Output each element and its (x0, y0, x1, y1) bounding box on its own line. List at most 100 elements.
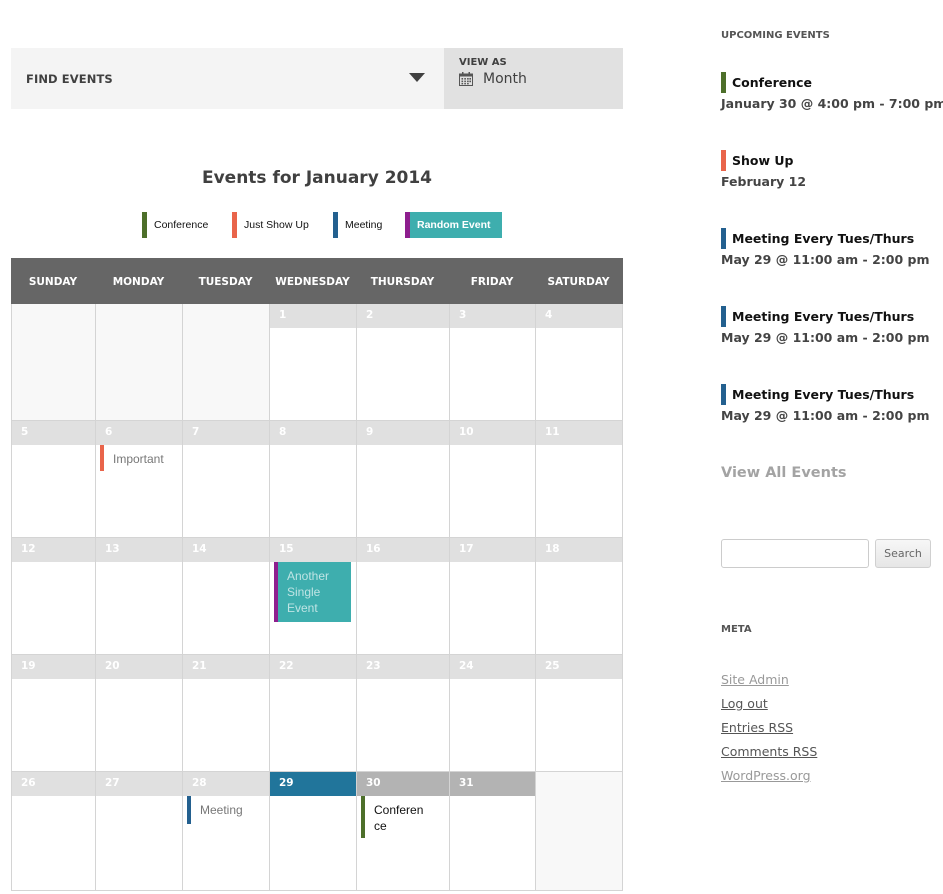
calendar-day[interactable]: 24 (450, 655, 536, 772)
day-number: 4 (536, 304, 622, 328)
upcoming-event-date: May 29 @ 11:00 am - 2:00 pm (721, 408, 930, 423)
calendar-day[interactable]: 9 (357, 421, 450, 538)
view-as-selector[interactable]: VIEW AS Month (444, 48, 623, 109)
calendar-day[interactable]: 22 (270, 655, 357, 772)
calendar-day[interactable]: 13 (96, 538, 183, 655)
legend-conference[interactable]: Conference (142, 212, 208, 238)
upcoming-event-date: May 29 @ 11:00 am - 2:00 pm (721, 252, 930, 267)
day-number: 14 (183, 538, 269, 562)
triangle-down-icon[interactable] (409, 73, 425, 82)
calendar-day[interactable]: 19 (12, 655, 96, 772)
search-button[interactable]: Search (875, 539, 931, 568)
calendar-day[interactable]: 3 (450, 304, 536, 421)
upcoming-event-name[interactable]: Show Up (721, 150, 806, 171)
calendar-day[interactable]: 2 (357, 304, 450, 421)
event-conference[interactable]: Conference (361, 796, 433, 838)
calendar-day[interactable]: 30 Conference (357, 772, 450, 890)
event-important[interactable]: Important (100, 445, 172, 471)
calendar-day[interactable]: 23 (357, 655, 450, 772)
view-all-events-link[interactable]: View All Events (721, 465, 847, 481)
upcoming-event: Meeting Every Tues/Thurs May 29 @ 11:00 … (721, 228, 930, 267)
calendar-day[interactable]: 10 (450, 421, 536, 538)
day-number: 20 (96, 655, 182, 679)
day-number: 17 (450, 538, 535, 562)
upcoming-event-name[interactable]: Meeting Every Tues/Thurs (721, 306, 930, 327)
calendar-day[interactable]: 17 (450, 538, 536, 655)
legend-random-event[interactable]: Random Event (405, 212, 502, 238)
upcoming-event-date: February 12 (721, 174, 807, 189)
calendar-day[interactable]: 26 (12, 772, 96, 890)
calendar-icon (459, 72, 473, 86)
event-another-single-event[interactable]: Another Single Event (274, 562, 351, 622)
calendar-day[interactable]: 28 Meeting (183, 772, 270, 890)
day-number: 6 (96, 421, 182, 445)
find-events-toggle[interactable]: FIND EVENTS (11, 48, 444, 109)
meta-link-comments-rss[interactable]: Comments RSS (721, 740, 817, 764)
calendar-title: Events for January 2014 (201, 168, 433, 188)
day-number: 29 (270, 772, 356, 796)
day-number: 30 (357, 772, 449, 796)
legend-swatch-meeting (333, 212, 338, 238)
legend-label: Meeting (345, 219, 383, 231)
meta-link-entries-rss[interactable]: Entries RSS (721, 716, 817, 740)
legend-just-show-up[interactable]: Just Show Up (232, 212, 309, 238)
calendar-week: 19 20 21 22 23 24 25 (11, 655, 623, 772)
view-as-month: Month (483, 71, 527, 87)
calendar-day[interactable]: 12 (12, 538, 96, 655)
calendar-day[interactable]: 8 (270, 421, 357, 538)
day-number: 7 (183, 421, 269, 445)
weekday-saturday: SATURDAY (547, 276, 610, 288)
meta-link-wordpress-org[interactable]: WordPress.org (721, 764, 817, 788)
upcoming-event-name[interactable]: Conference (721, 72, 943, 93)
view-as-label: VIEW AS (459, 57, 507, 68)
legend-label: Random Event (417, 219, 491, 231)
day-number: 15 (270, 538, 356, 562)
day-number: 26 (12, 772, 95, 796)
day-number: 13 (96, 538, 182, 562)
calendar-day-empty (183, 304, 270, 421)
calendar-day[interactable]: 21 (183, 655, 270, 772)
calendar-day[interactable]: 6 Important (96, 421, 183, 538)
weekday-tuesday: TUESDAY (198, 276, 253, 288)
calendar-day[interactable]: 18 (536, 538, 623, 655)
calendar-day-today[interactable]: 29 (270, 772, 357, 890)
calendar-day[interactable]: 27 (96, 772, 183, 890)
find-events-label: FIND EVENTS (26, 71, 113, 86)
day-number: 1 (270, 304, 356, 328)
calendar-day-empty (96, 304, 183, 421)
day-number: 28 (183, 772, 269, 796)
upcoming-event-name[interactable]: Meeting Every Tues/Thurs (721, 228, 930, 249)
meta-link-site-admin[interactable]: Site Admin (721, 668, 817, 692)
calendar-day[interactable]: 11 (536, 421, 623, 538)
calendar-day[interactable]: 20 (96, 655, 183, 772)
day-number: 21 (183, 655, 269, 679)
day-number: 22 (270, 655, 356, 679)
upcoming-event: Meeting Every Tues/Thurs May 29 @ 11:00 … (721, 384, 930, 423)
calendar-week: 1 2 3 4 (11, 304, 623, 421)
calendar-day[interactable]: 4 (536, 304, 623, 421)
event-meeting[interactable]: Meeting (187, 796, 259, 824)
calendar-day[interactable]: 14 (183, 538, 270, 655)
calendar-day[interactable]: 1 (270, 304, 357, 421)
upcoming-event: Show Up February 12 (721, 150, 806, 189)
calendar-day[interactable]: 16 (357, 538, 450, 655)
calendar-day[interactable]: 15 Another Single Event (270, 538, 357, 655)
day-number: 5 (12, 421, 95, 445)
legend-meeting[interactable]: Meeting (333, 212, 382, 238)
day-number: 8 (270, 421, 356, 445)
upcoming-event-name[interactable]: Meeting Every Tues/Thurs (721, 384, 930, 405)
day-number: 27 (96, 772, 182, 796)
calendar-day[interactable]: 25 (536, 655, 623, 772)
day-number: 12 (12, 538, 95, 562)
day-number: 3 (450, 304, 535, 328)
search-input[interactable] (721, 539, 869, 568)
meta-links: Site Admin Log out Entries RSS Comments … (721, 668, 817, 788)
calendar-day[interactable]: 7 (183, 421, 270, 538)
meta-link-log-out[interactable]: Log out (721, 692, 817, 716)
calendar-week: 26 27 28 Meeting 29 30 Conference 31 (11, 772, 623, 891)
calendar-day-empty (12, 304, 96, 421)
view-as-value[interactable]: Month (459, 71, 608, 87)
weekday-monday: MONDAY (112, 276, 165, 288)
calendar-day[interactable]: 31 (450, 772, 536, 890)
calendar-day[interactable]: 5 (12, 421, 96, 538)
